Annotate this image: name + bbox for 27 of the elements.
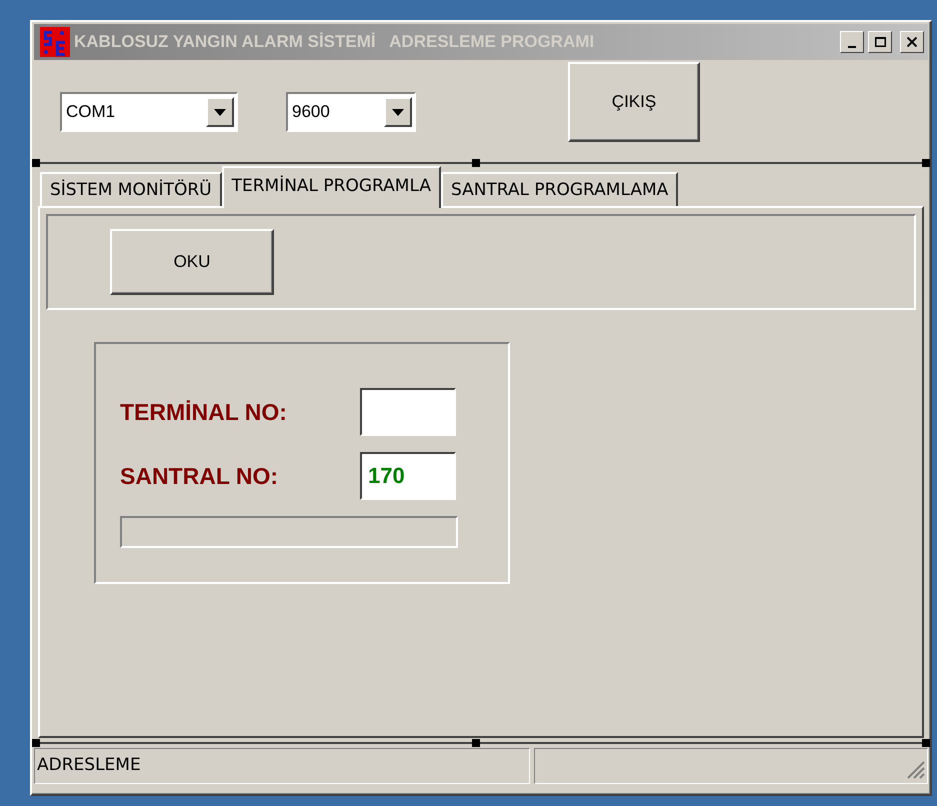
- baud-combo[interactable]: 9600: [286, 92, 416, 132]
- maximize-icon: [874, 37, 886, 47]
- status-pane: ADRESLEME: [34, 748, 530, 784]
- tab[interactable]: TERMİNAL PROGRAMLA: [222, 166, 441, 208]
- selection-handle: [922, 159, 930, 167]
- read-button[interactable]: OKU: [110, 229, 274, 295]
- field-label: SANTRAL NO:: [120, 462, 280, 491]
- text-field[interactable]: [360, 388, 456, 436]
- tab[interactable]: SİSTEM MONİTÖRÜ: [40, 172, 222, 206]
- text-field[interactable]: 170: [360, 452, 456, 500]
- combo-value: 9600: [291, 101, 331, 124]
- selection-handle: [472, 159, 480, 167]
- selection-handle: [922, 739, 930, 747]
- field-label: TERMİNAL NO:: [120, 398, 288, 427]
- minimize-icon: [848, 46, 856, 48]
- selection-handle: [32, 739, 40, 747]
- port-combo[interactable]: COM1: [60, 92, 238, 132]
- tab[interactable]: SANTRAL PROGRAMLAMA: [440, 172, 678, 206]
- close-button[interactable]: [900, 31, 924, 53]
- minimize-button[interactable]: [840, 31, 864, 53]
- selection-handle: [472, 739, 480, 747]
- maximize-button[interactable]: [868, 31, 892, 53]
- close-icon: [907, 37, 917, 47]
- combo-value: COM1: [65, 101, 116, 124]
- app-logo-icon: [40, 27, 70, 57]
- selection-handle: [32, 159, 40, 167]
- exit-button[interactable]: ÇIKIŞ: [568, 62, 700, 142]
